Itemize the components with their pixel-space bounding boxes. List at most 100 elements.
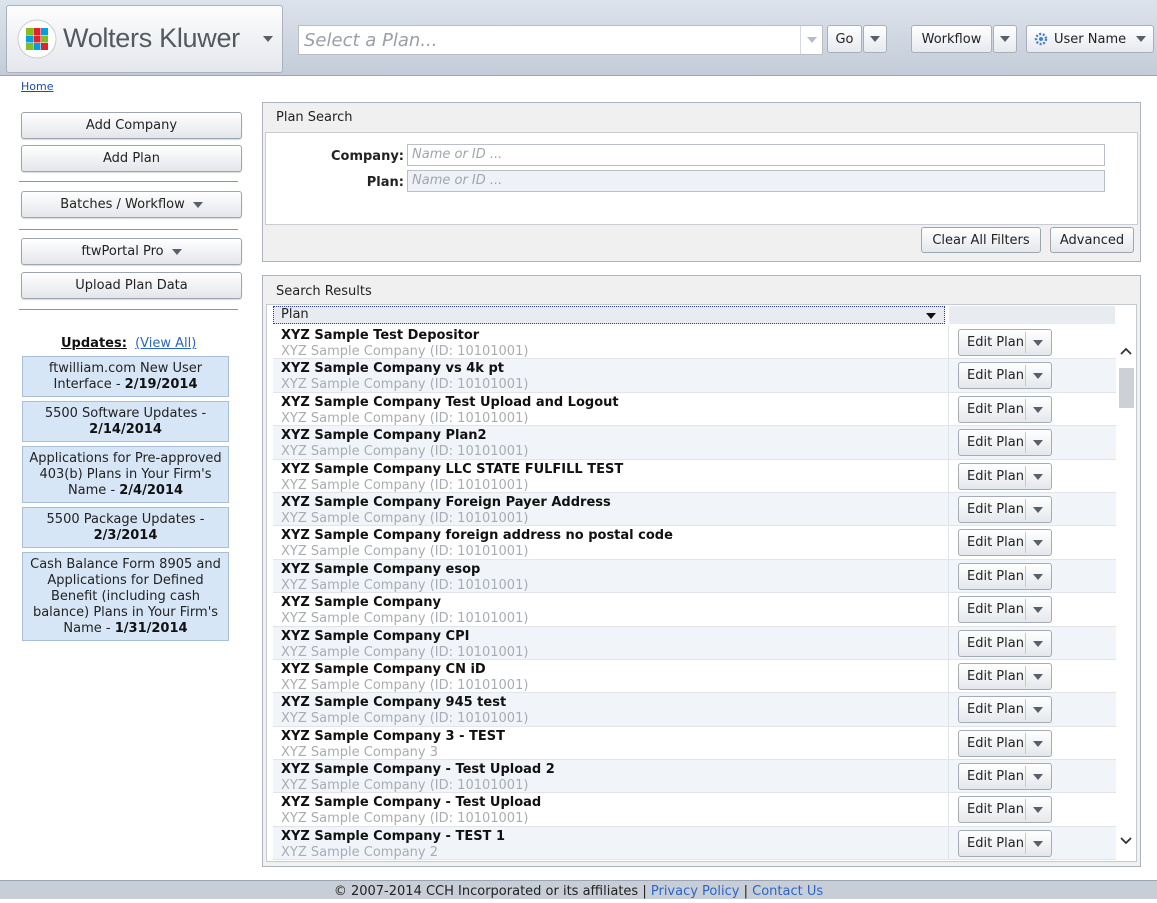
user-menu-button[interactable]: User Name bbox=[1026, 25, 1154, 53]
edit-plan-button[interactable]: Edit Plan bbox=[958, 462, 1052, 490]
company-search-input[interactable]: Name or ID ... bbox=[407, 144, 1105, 166]
plan-company: XYZ Sample Company 2 bbox=[281, 844, 439, 860]
add-plan-button[interactable]: Add Plan bbox=[21, 145, 242, 172]
privacy-policy-link[interactable]: Privacy Policy bbox=[651, 884, 740, 899]
chevron-down-icon[interactable] bbox=[1033, 740, 1043, 747]
table-row[interactable]: XYZ Sample Company vs 4k pt XYZ Sample Co… bbox=[273, 359, 1116, 393]
plan-name[interactable]: XYZ Sample Company - TEST 1 bbox=[281, 829, 505, 844]
edit-plan-button[interactable]: Edit Plan bbox=[958, 763, 1052, 791]
plan-name[interactable]: XYZ Sample Company - Test Upload 2 bbox=[281, 762, 555, 777]
edit-plan-button[interactable]: Edit Plan bbox=[958, 596, 1052, 624]
chevron-down-icon[interactable] bbox=[1033, 807, 1043, 814]
edit-plan-button[interactable]: Edit Plan bbox=[958, 329, 1052, 356]
sort-dropdown-icon[interactable] bbox=[926, 313, 936, 319]
updates-heading: Updates: (View All) bbox=[61, 336, 196, 351]
edit-plan-button[interactable]: Edit Plan bbox=[958, 495, 1052, 523]
chevron-down-icon[interactable] bbox=[1033, 340, 1043, 346]
scroll-up-icon[interactable] bbox=[1120, 346, 1132, 358]
plan-name[interactable]: XYZ Sample Company vs 4k pt bbox=[281, 361, 504, 376]
plan-column-header[interactable]: Plan bbox=[273, 306, 945, 324]
table-row[interactable]: XYZ Sample Company 945 test XYZ Sample Co… bbox=[273, 693, 1116, 727]
edit-plan-button[interactable]: Edit Plan bbox=[958, 662, 1052, 690]
plan-name[interactable]: XYZ Sample Company CN iD bbox=[281, 662, 486, 677]
table-row[interactable]: XYZ Sample Company LLC STATE FULFILL TES… bbox=[273, 459, 1116, 493]
edit-plan-button[interactable]: Edit Plan bbox=[958, 362, 1052, 390]
table-row[interactable]: XYZ Sample Company esop XYZ Sample Compan… bbox=[273, 559, 1116, 594]
chevron-down-icon[interactable] bbox=[1033, 473, 1043, 480]
plan-select-dropdown[interactable]: Select a Plan... bbox=[298, 25, 823, 55]
update-card[interactable]: 5500 Software Updates - 2/14/2014 bbox=[22, 401, 229, 442]
chevron-down-icon[interactable] bbox=[1033, 640, 1043, 647]
advanced-button[interactable]: Advanced bbox=[1050, 227, 1134, 253]
edit-plan-button[interactable]: Edit Plan bbox=[958, 529, 1052, 557]
table-row[interactable]: XYZ Sample Company - TEST 1 XYZ Sample Co… bbox=[273, 826, 1116, 861]
add-company-button[interactable]: Add Company bbox=[21, 112, 242, 139]
table-row[interactable]: XYZ Sample Company - Test Upload XYZ Samp… bbox=[273, 793, 1116, 827]
table-row[interactable]: XYZ Sample Test Depositor XYZ Sample Comp… bbox=[273, 326, 1116, 360]
table-row[interactable]: XYZ Sample Company 3 - TEST XYZ Sample Co… bbox=[273, 726, 1116, 761]
chevron-down-icon[interactable] bbox=[1033, 440, 1043, 447]
go-button[interactable]: Go bbox=[827, 25, 862, 53]
go-menu-button[interactable] bbox=[863, 25, 887, 53]
table-row[interactable]: XYZ Sample Company foreign address no po… bbox=[273, 526, 1116, 560]
table-row[interactable]: XYZ Sample Company Plan2 XYZ Sample Compa… bbox=[273, 426, 1116, 460]
edit-plan-button[interactable]: Edit Plan bbox=[958, 829, 1052, 857]
plan-name[interactable]: XYZ Sample Company Test Upload and Logou… bbox=[281, 395, 619, 410]
brand-logo-menu[interactable]: Wolters Kluwer bbox=[6, 5, 283, 73]
plan-name[interactable]: XYZ Sample Company CPI bbox=[281, 629, 469, 644]
plan-name[interactable]: XYZ Sample Company Foreign Payer Address bbox=[281, 495, 611, 510]
chevron-down-icon bbox=[870, 36, 880, 42]
plan-search-input[interactable]: Name or ID ... bbox=[407, 170, 1105, 192]
update-card[interactable]: ftwilliam.com New User Interface - 2/19/… bbox=[22, 356, 229, 397]
table-row[interactable]: XYZ Sample Company XYZ Sample Company (ID… bbox=[273, 593, 1116, 627]
table-row[interactable]: XYZ Sample Company CN iD XYZ Sample Compa… bbox=[273, 659, 1116, 694]
chevron-down-icon[interactable] bbox=[1033, 707, 1043, 714]
clear-all-filters-button[interactable]: Clear All Filters bbox=[921, 227, 1041, 253]
scroll-down-icon[interactable] bbox=[1120, 834, 1132, 846]
chevron-down-icon[interactable] bbox=[1033, 673, 1043, 680]
update-card[interactable]: 5500 Package Updates - 2/3/2014 bbox=[22, 507, 229, 548]
results-scrollbar[interactable] bbox=[1116, 326, 1136, 861]
plan-name[interactable]: XYZ Sample Company LLC STATE FULFILL TES… bbox=[281, 462, 623, 477]
table-row[interactable]: XYZ Sample Company Foreign Payer Address… bbox=[273, 492, 1116, 527]
edit-plan-button[interactable]: Edit Plan bbox=[958, 562, 1052, 590]
chevron-down-icon[interactable] bbox=[1033, 774, 1043, 781]
chevron-down-icon[interactable] bbox=[800, 26, 822, 54]
update-card[interactable]: Applications for Pre-approved 403(b) Pla… bbox=[22, 446, 229, 503]
chevron-down-icon[interactable] bbox=[1033, 506, 1043, 513]
edit-plan-button[interactable]: Edit Plan bbox=[958, 796, 1052, 824]
plan-name[interactable]: XYZ Sample Company 945 test bbox=[281, 695, 506, 710]
page-footer: © 2007-2014 CCH Incorporated or its affi… bbox=[0, 880, 1157, 899]
edit-plan-button[interactable]: Edit Plan bbox=[958, 429, 1052, 457]
table-row[interactable]: XYZ Sample Company - Test Upload 2 XYZ Sa… bbox=[273, 760, 1116, 794]
table-row[interactable]: XYZ Sample Company Test Upload and Logou… bbox=[273, 392, 1116, 427]
chevron-down-icon[interactable] bbox=[1033, 607, 1043, 614]
chevron-down-icon[interactable] bbox=[1033, 406, 1043, 413]
edit-plan-button[interactable]: Edit Plan bbox=[958, 629, 1052, 657]
scroll-thumb[interactable] bbox=[1119, 368, 1134, 408]
breadcrumb-home-link[interactable]: Home bbox=[21, 80, 53, 93]
plan-name[interactable]: XYZ Sample Company - Test Upload bbox=[281, 795, 541, 810]
chevron-down-icon[interactable] bbox=[1033, 373, 1043, 380]
workflow-button[interactable]: Workflow bbox=[911, 25, 992, 53]
plan-name[interactable]: XYZ Sample Company 3 - TEST bbox=[281, 729, 505, 744]
upload-plan-data-button[interactable]: Upload Plan Data bbox=[21, 272, 242, 299]
batches-workflow-button[interactable]: Batches / Workflow bbox=[21, 191, 242, 218]
contact-us-link[interactable]: Contact Us bbox=[752, 884, 823, 899]
ftwportal-pro-button[interactable]: ftwPortal Pro bbox=[21, 238, 242, 265]
table-row[interactable]: XYZ Sample Company CPI XYZ Sample Company… bbox=[273, 626, 1116, 660]
edit-plan-button[interactable]: Edit Plan bbox=[958, 729, 1052, 757]
plan-name[interactable]: XYZ Sample Company bbox=[281, 595, 441, 610]
view-all-link[interactable]: (View All) bbox=[135, 336, 196, 351]
plan-name[interactable]: XYZ Sample Company esop bbox=[281, 562, 480, 577]
plan-name[interactable]: XYZ Sample Company Plan2 bbox=[281, 428, 487, 443]
chevron-down-icon[interactable] bbox=[1033, 573, 1043, 580]
chevron-down-icon[interactable] bbox=[1033, 840, 1043, 847]
plan-name[interactable]: XYZ Sample Company foreign address no po… bbox=[281, 528, 673, 543]
edit-plan-button[interactable]: Edit Plan bbox=[958, 696, 1052, 724]
update-card[interactable]: Cash Balance Form 8905 and Applications … bbox=[22, 552, 229, 641]
workflow-menu-button[interactable] bbox=[993, 25, 1017, 53]
plan-name[interactable]: XYZ Sample Test Depositor bbox=[281, 328, 479, 343]
chevron-down-icon[interactable] bbox=[1033, 540, 1043, 547]
edit-plan-button[interactable]: Edit Plan bbox=[958, 395, 1052, 423]
